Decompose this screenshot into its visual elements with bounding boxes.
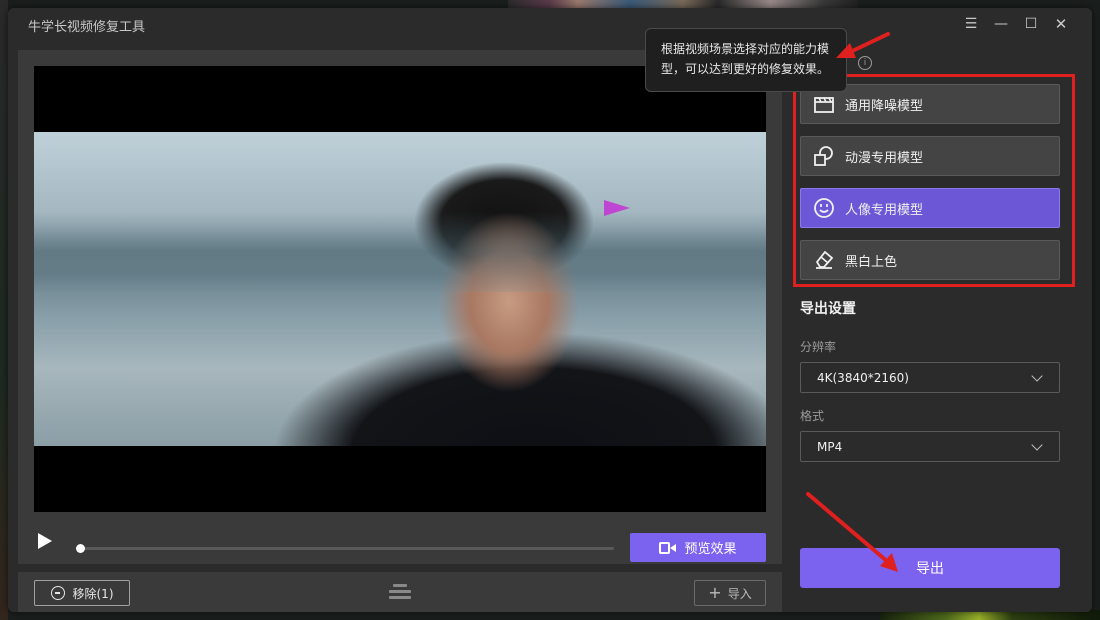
maximize-icon[interactable]: ☐ — [1020, 14, 1042, 34]
portrait-icon — [813, 197, 835, 219]
minimize-icon[interactable]: — — [990, 14, 1012, 34]
export-button[interactable]: 导出 — [800, 548, 1060, 588]
format-label: 格式 — [800, 409, 825, 423]
player-controls: 预览效果 — [34, 528, 766, 562]
model-label-denoise: 通用降噪模型 — [845, 98, 924, 114]
import-button[interactable]: + 导入 — [694, 580, 766, 606]
model-button-anime[interactable]: 动漫专用模型 — [800, 136, 1060, 176]
tooltip-line-2: 型，可以达到更好的修复效果。 — [661, 62, 830, 76]
play-icon[interactable] — [38, 533, 52, 549]
export-settings-title: 导出设置 — [800, 301, 856, 317]
info-icon[interactable]: i — [858, 56, 872, 70]
import-button-label: 导入 — [727, 586, 752, 601]
format-value: MP4 — [817, 439, 843, 454]
resolution-label: 分辨率 — [800, 340, 837, 354]
resolution-value: 4K(3840*2160) — [817, 370, 909, 385]
model-tooltip: 根据视频场景选择对应的能力模 型，可以达到更好的修复效果。 — [645, 28, 847, 92]
model-label-anime: 动漫专用模型 — [845, 150, 924, 166]
desktop-background-top — [508, 0, 858, 8]
format-select[interactable]: MP4 — [800, 431, 1060, 462]
resolution-select[interactable]: 4K(3840*2160) — [800, 362, 1060, 393]
preview-panel: 预览效果 — [18, 50, 782, 564]
preview-button-label: 预览效果 — [684, 542, 737, 557]
menu-icon[interactable]: ☰ — [960, 14, 982, 34]
progress-handle[interactable] — [76, 544, 85, 553]
progress-bar[interactable] — [76, 544, 614, 553]
model-button-colorize[interactable]: 黑白上色 — [800, 240, 1060, 280]
model-button-portrait[interactable]: 人像专用模型 — [800, 188, 1060, 228]
video-frame-image — [34, 132, 766, 446]
model-label-colorize: 黑白上色 — [845, 254, 898, 270]
chevron-down-icon — [1031, 370, 1043, 382]
remove-button-label: 移除(1) — [72, 586, 114, 601]
video-camera-icon — [659, 541, 677, 554]
chevron-down-icon — [1031, 439, 1043, 451]
plus-icon: + — [708, 583, 722, 602]
model-label-portrait: 人像专用模型 — [845, 202, 924, 218]
video-player[interactable] — [34, 66, 766, 512]
export-button-label: 导出 — [916, 561, 944, 577]
shapes-icon — [813, 145, 835, 167]
close-icon[interactable]: ✕ — [1050, 14, 1072, 34]
bottom-bar: 移除(1) + 导入 — [18, 572, 782, 612]
preview-button[interactable]: 预览效果 — [630, 533, 766, 562]
layers-icon[interactable] — [389, 584, 411, 600]
title-bar: 牛学长视频修复工具 ☰ — ☐ ✕ — [8, 8, 1092, 40]
tooltip-line-1: 根据视频场景选择对应的能力模 — [661, 42, 830, 56]
minus-circle-icon — [50, 586, 65, 600]
clapperboard-icon — [813, 93, 835, 115]
eraser-icon — [813, 249, 835, 271]
remove-button[interactable]: 移除(1) — [34, 580, 130, 606]
desktop-background-left — [0, 0, 8, 620]
watermark-logo — [604, 200, 630, 216]
app-title: 牛学长视频修复工具 — [28, 20, 146, 35]
